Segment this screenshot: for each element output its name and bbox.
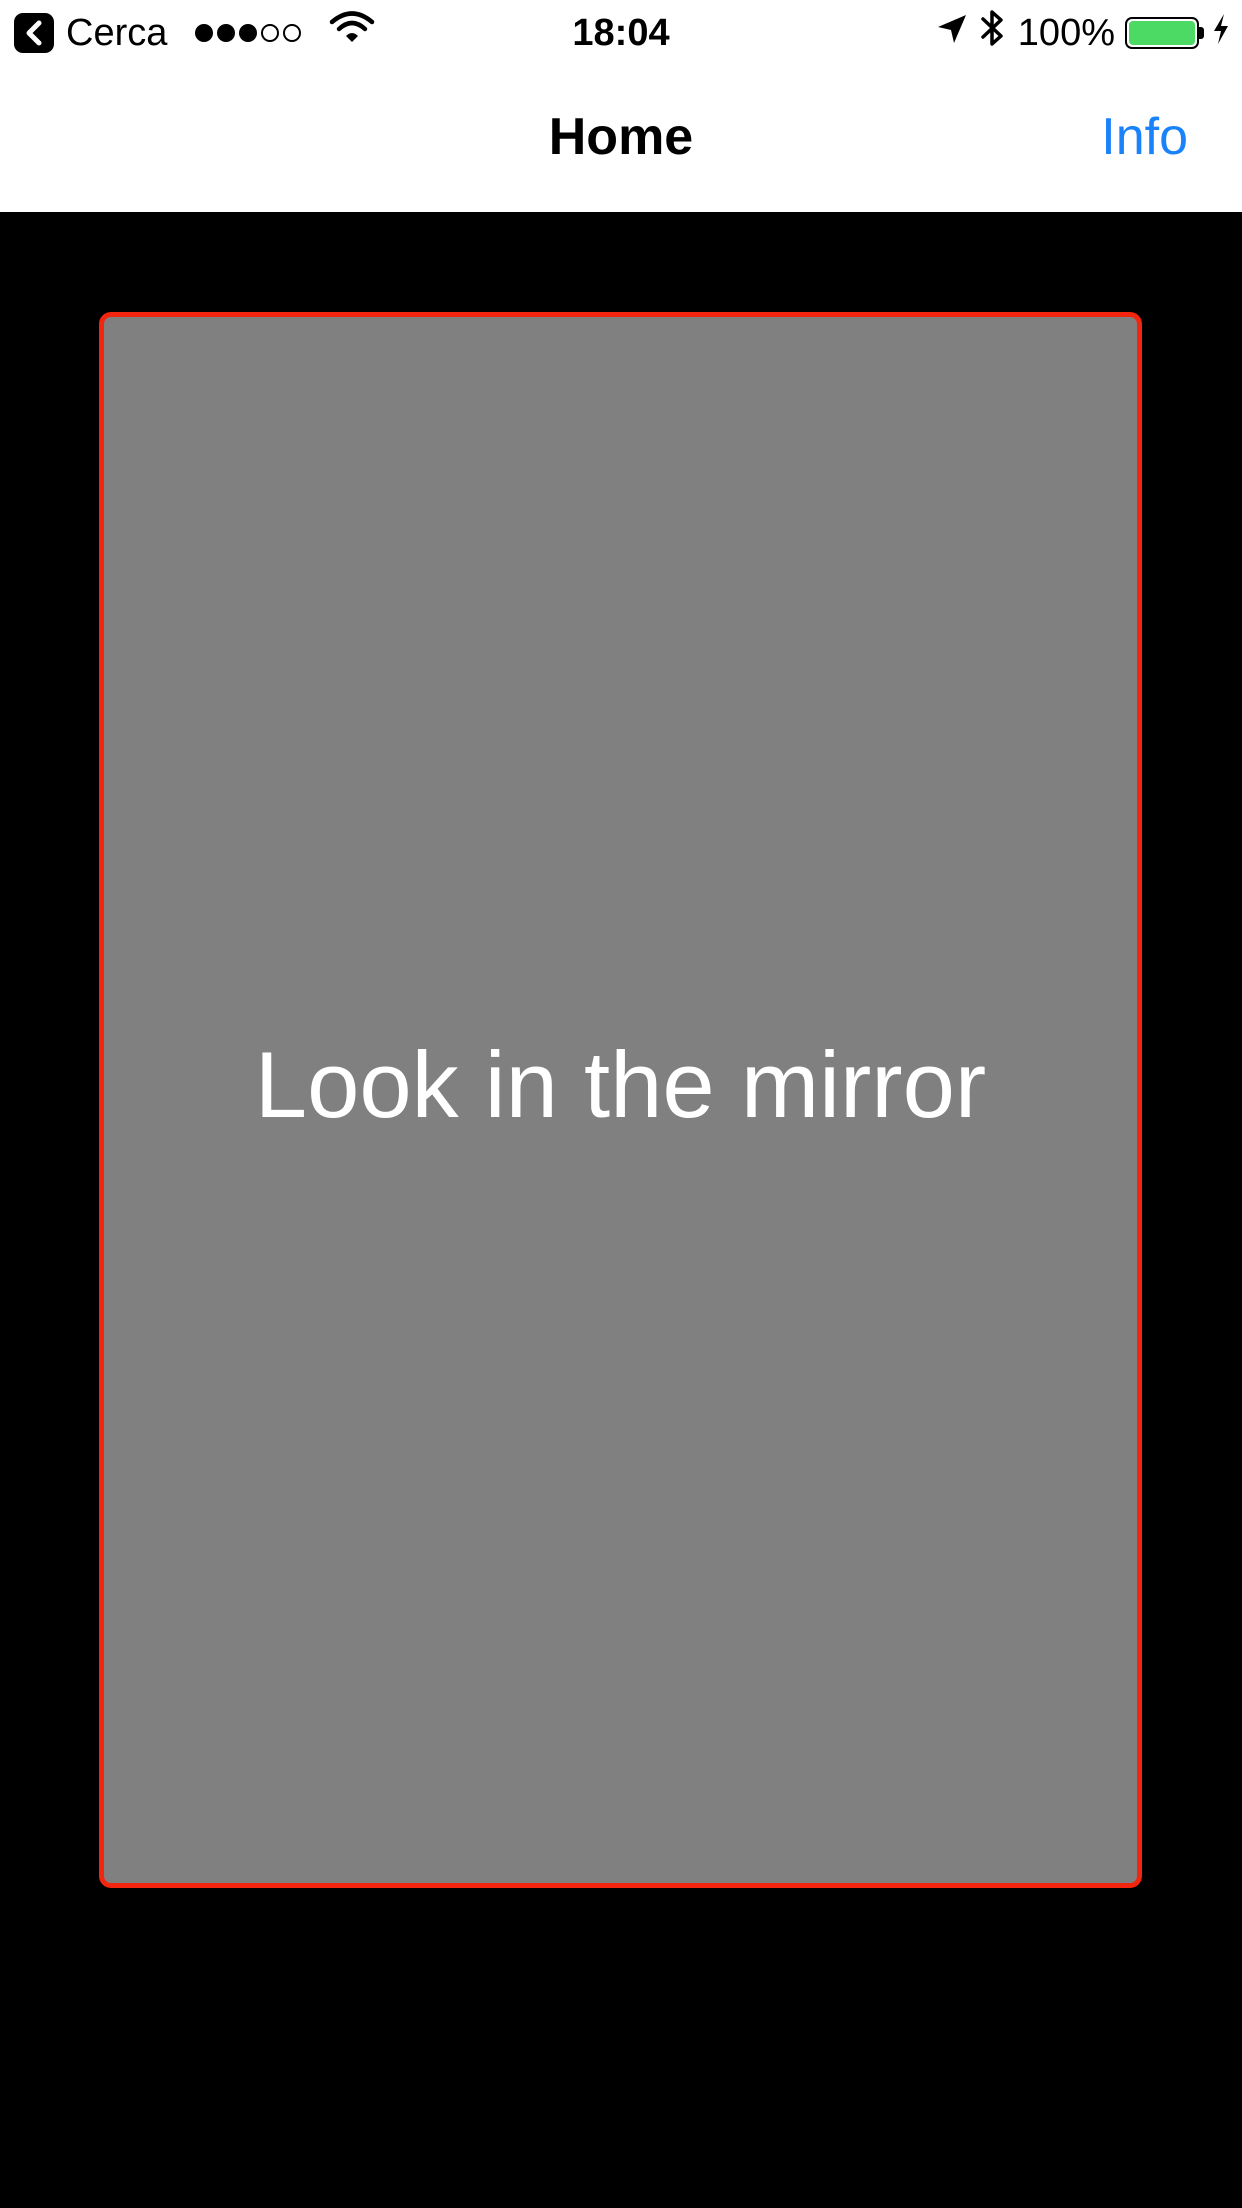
location-arrow-icon [936,12,968,55]
screen: Cerca 18:04 100% Home Info Look in the m… [0,0,1242,2208]
battery-fill [1129,21,1195,45]
charging-bolt-icon [1212,12,1230,55]
mirror-instruction-text: Look in the mirror [254,1032,987,1137]
status-bar: Cerca 18:04 100% [0,0,1242,66]
battery-cap [1199,27,1204,39]
info-button[interactable]: Info [1101,106,1188,168]
bluetooth-icon [980,8,1006,58]
mirror-card[interactable]: Look in the mirror [99,312,1142,1888]
battery-icon [1125,17,1199,49]
battery-percent: 100% [1017,11,1115,54]
navigation-bar: Home Info [0,66,1242,212]
page-title: Home [548,108,694,166]
status-right: 100% [936,10,1230,56]
